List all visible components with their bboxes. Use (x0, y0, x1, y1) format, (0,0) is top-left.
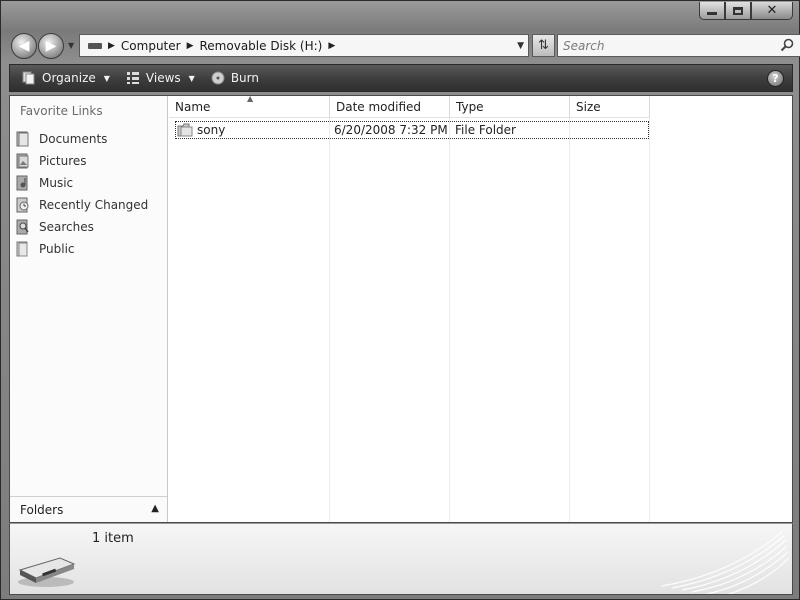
favorite-links-list: Documents Pictures Music Recently Change… (16, 128, 148, 260)
favorite-link-public[interactable]: Public (16, 238, 148, 260)
file-name: sony (197, 123, 226, 137)
burn-button[interactable]: Burn (207, 66, 263, 90)
column-divider (569, 96, 570, 522)
column-divider (449, 96, 450, 522)
folders-label: Folders (20, 502, 64, 517)
column-header-type[interactable]: Type (450, 96, 570, 118)
close-icon: ✕ (766, 3, 778, 18)
favorite-link-label: Documents (39, 132, 108, 146)
favorite-link-documents[interactable]: Documents (16, 128, 148, 150)
search-input[interactable] (558, 35, 768, 56)
organize-icon (22, 71, 35, 85)
pictures-icon (16, 153, 29, 169)
help-icon: ? (772, 72, 779, 85)
maximize-button[interactable] (725, 2, 751, 20)
public-icon (16, 241, 28, 257)
refresh-icon: ⇅ (538, 38, 549, 53)
breadcrumb-removable-disk[interactable]: Removable Disk (H:) (200, 39, 323, 53)
views-button[interactable]: Views ▼ (122, 66, 199, 90)
chevron-right-icon[interactable]: ▶ (328, 41, 335, 51)
minimize-button[interactable] (699, 2, 725, 20)
burn-disc-icon (211, 71, 225, 85)
back-button[interactable]: ◀ (11, 33, 37, 59)
searches-icon (16, 219, 29, 235)
content-area: Favorite Links Documents Pictures Music … (9, 94, 793, 523)
chevron-down-icon: ▼ (188, 73, 195, 83)
folder-icon (177, 123, 193, 137)
documents-icon (16, 131, 29, 147)
column-header-label: Size (576, 100, 601, 114)
favorite-link-pictures[interactable]: Pictures (16, 150, 148, 172)
recently-changed-icon (16, 197, 29, 213)
forward-button[interactable]: ▶ (38, 33, 64, 59)
search-icon[interactable] (780, 38, 794, 52)
address-bar[interactable]: ▶ Computer ▶ Removable Disk (H:) ▶ ▼ (79, 34, 529, 57)
favorite-link-searches[interactable]: Searches (16, 216, 148, 238)
column-header-size[interactable]: Size (570, 96, 650, 118)
back-arrow-icon: ◀ (18, 38, 30, 54)
help-button[interactable]: ? (767, 70, 784, 87)
search-box (557, 34, 800, 57)
views-icon (126, 72, 139, 84)
organize-label: Organize (42, 71, 96, 85)
chevron-right-icon[interactable]: ▶ (108, 41, 115, 51)
file-row[interactable]: sony 6/20/2008 7:32 PM File Folder (175, 121, 649, 139)
item-count: 1 item (92, 531, 134, 546)
column-divider (649, 96, 650, 522)
close-button[interactable]: ✕ (751, 2, 793, 20)
maximize-icon (733, 6, 743, 15)
favorite-link-label: Public (39, 242, 75, 256)
recent-pages-dropdown[interactable]: ▼ (68, 41, 76, 51)
chevron-down-icon: ▼ (103, 73, 110, 83)
column-header-name[interactable]: ▲ Name (169, 94, 330, 118)
drive-small-icon (88, 42, 102, 49)
removable-drive-icon (18, 557, 76, 587)
navigation-row: ◀ ▶ ▼ ▶ Computer ▶ Removable Disk (H:) ▶… (9, 31, 800, 59)
command-bar: Organize ▼ Views ▼ Burn ? (9, 64, 793, 92)
favorite-link-label: Pictures (39, 154, 87, 168)
favorite-link-recently-changed[interactable]: Recently Changed (16, 194, 148, 216)
file-name-cell: sony (176, 122, 330, 138)
forward-arrow-icon: ▶ (45, 38, 57, 54)
caption-buttons: ✕ (699, 2, 793, 20)
music-icon (16, 175, 28, 191)
column-header-label: Name (175, 100, 211, 114)
views-label: Views (145, 71, 181, 85)
minimize-icon (707, 12, 717, 15)
organize-button[interactable]: Organize ▼ (18, 66, 114, 90)
column-headers: ▲ Name Date modified Type Size (169, 94, 650, 118)
folders-toggle[interactable]: Folders ▲ (10, 496, 167, 522)
chevron-right-icon[interactable]: ▶ (187, 41, 194, 51)
favorite-link-label: Recently Changed (39, 198, 149, 212)
burn-label: Burn (230, 71, 259, 85)
file-date-cell: 6/20/2008 7:32 PM (334, 123, 448, 137)
explorer-window: ✕ ◀ ▶ ▼ ▶ Computer ▶ Removable Disk (H:)… (0, 0, 800, 600)
column-divider (329, 96, 330, 522)
column-header-date-modified[interactable]: Date modified (330, 96, 450, 118)
favorite-link-label: Music (39, 176, 74, 190)
chevron-up-icon: ▲ (151, 503, 159, 514)
file-list-pane: ▲ Name Date modified Type Size sony 6/20… (169, 94, 793, 522)
sort-ascending-icon: ▲ (247, 94, 254, 103)
favorite-link-label: Searches (39, 220, 94, 234)
file-type-cell: File Folder (455, 123, 516, 137)
breadcrumb-computer[interactable]: Computer (121, 39, 181, 53)
column-header-label: Date modified (336, 100, 422, 114)
address-history-dropdown[interactable]: ▼ (517, 41, 524, 51)
navigation-pane: Favorite Links Documents Pictures Music … (10, 96, 168, 522)
column-header-label: Type (456, 100, 484, 114)
details-pane: 1 item (9, 523, 793, 595)
favorite-links-heading: Favorite Links (20, 104, 103, 118)
decorative-swoosh (661, 531, 790, 594)
favorite-link-music[interactable]: Music (16, 172, 148, 194)
refresh-button[interactable]: ⇅ (532, 34, 555, 57)
